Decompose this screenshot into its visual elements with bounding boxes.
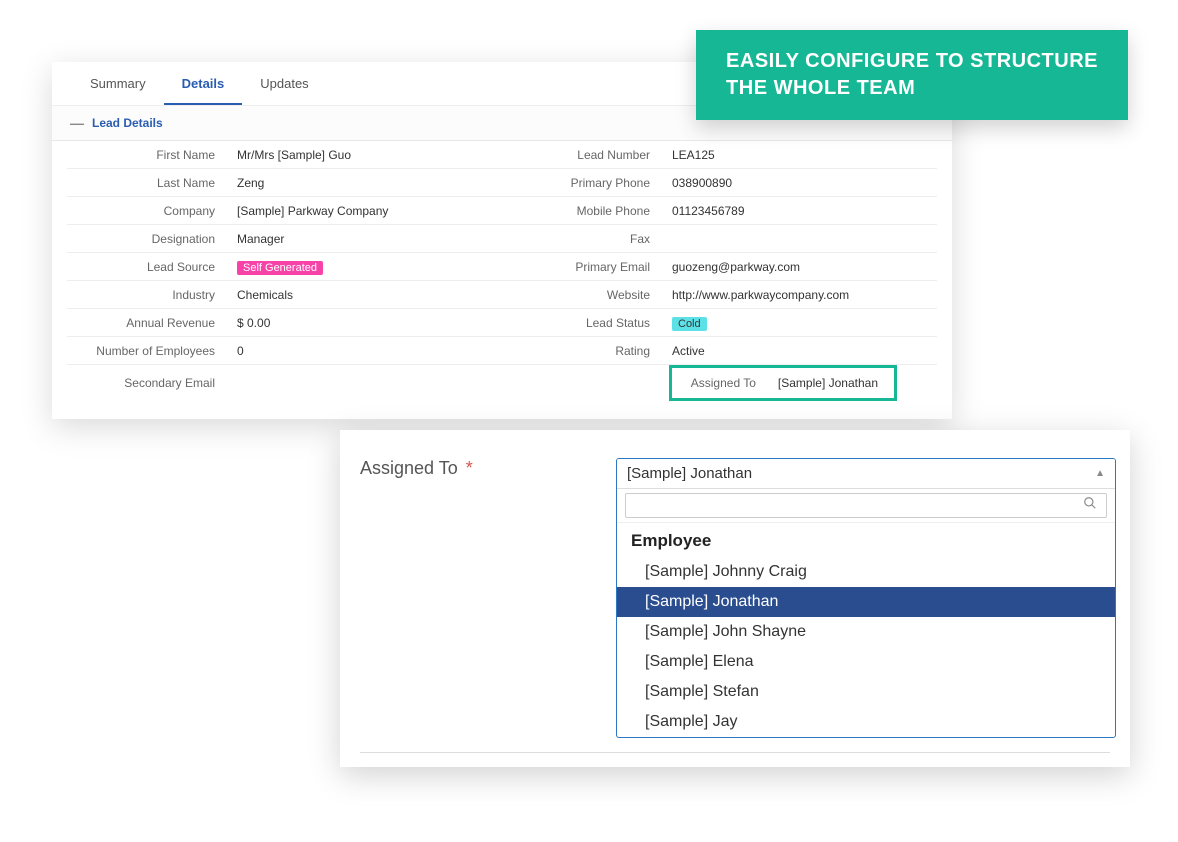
field-cell: Secondary Email bbox=[67, 365, 502, 401]
assigned-to-option[interactable]: [Sample] Stefan bbox=[617, 677, 1115, 707]
banner-line2: THE WHOLE TEAM bbox=[726, 75, 1098, 102]
assigned-to-row: Assigned To * [Sample] Jonathan ▲ Employ… bbox=[354, 458, 1116, 752]
field-label: Industry bbox=[67, 282, 227, 308]
field-cell: Fax bbox=[502, 225, 937, 252]
field-label: Rating bbox=[502, 338, 662, 364]
field-label: Designation bbox=[67, 226, 227, 252]
field-cell: IndustryChemicals bbox=[67, 281, 502, 308]
assigned-to-option[interactable]: [Sample] Elena bbox=[617, 647, 1115, 677]
required-indicator: * bbox=[466, 458, 473, 479]
field-value[interactable]: guozeng@parkway.com bbox=[662, 254, 937, 280]
field-label: Last Name bbox=[67, 170, 227, 196]
assigned-to-search-input[interactable] bbox=[625, 493, 1107, 518]
assigned-to-selected-display[interactable]: [Sample] Jonathan ▲ bbox=[617, 459, 1115, 489]
field-value[interactable]: 01123456789 bbox=[662, 198, 937, 224]
field-row: Annual Revenue$ 0.00Lead Status Cold bbox=[67, 309, 937, 337]
field-value[interactable]: Mr/Mrs [Sample] Guo bbox=[227, 142, 502, 168]
field-value[interactable]: Zeng bbox=[227, 170, 502, 196]
field-label: Website bbox=[502, 282, 662, 308]
field-label: Mobile Phone bbox=[502, 198, 662, 224]
field-cell: Annual Revenue$ 0.00 bbox=[67, 309, 502, 336]
field-value[interactable]: 038900890 bbox=[662, 170, 937, 196]
field-cell: DesignationManager bbox=[67, 225, 502, 252]
field-cell: Lead Status Cold bbox=[502, 309, 937, 336]
field-cell: Company[Sample] Parkway Company bbox=[67, 197, 502, 224]
field-label: Primary Email bbox=[502, 254, 662, 280]
lead-source-pill: Self Generated bbox=[237, 261, 323, 275]
field-value[interactable]: Manager bbox=[227, 226, 502, 252]
promo-banner: EASILY CONFIGURE TO STRUCTURE THE WHOLE … bbox=[696, 30, 1128, 120]
divider bbox=[360, 752, 1110, 753]
field-row: Lead Source Self Generated Primary Emailgu… bbox=[67, 253, 937, 281]
field-row: First NameMr/Mrs [Sample] GuoLead Number… bbox=[67, 141, 937, 169]
assigned-to-label: Assigned To bbox=[360, 458, 458, 479]
field-value[interactable]: LEA125 bbox=[662, 142, 937, 168]
field-label: Annual Revenue bbox=[67, 310, 227, 336]
lead-status-pill: Cold bbox=[672, 317, 707, 331]
field-value[interactable] bbox=[662, 233, 937, 245]
assigned-to-search-row bbox=[617, 489, 1115, 522]
field-cell: First NameMr/Mrs [Sample] Guo bbox=[67, 141, 502, 168]
assigned-to-option[interactable]: [Sample] Johnny Craig bbox=[617, 557, 1115, 587]
field-label: Assigned To bbox=[678, 370, 768, 396]
assigned-to-option[interactable]: [Sample] Jay bbox=[617, 707, 1115, 737]
field-cell: Websitehttp://www.parkwaycompany.com bbox=[502, 281, 937, 308]
fields-grid: First NameMr/Mrs [Sample] GuoLead Number… bbox=[52, 141, 952, 401]
field-label: Lead Status bbox=[502, 310, 662, 336]
field-cell: RatingActive bbox=[502, 337, 937, 364]
collapse-icon: — bbox=[70, 116, 84, 130]
field-row: IndustryChemicalsWebsitehttp://www.parkw… bbox=[67, 281, 937, 309]
field-value[interactable]: 0 bbox=[227, 338, 502, 364]
field-row: Company[Sample] Parkway CompanyMobile Ph… bbox=[67, 197, 937, 225]
field-value[interactable]: [Sample] Jonathan bbox=[768, 370, 888, 396]
assigned-to-option[interactable]: [Sample] Jonathan bbox=[617, 587, 1115, 617]
tab-summary[interactable]: Summary bbox=[72, 62, 164, 105]
field-value[interactable]: [Sample] Parkway Company bbox=[227, 198, 502, 224]
field-cell: Number of Employees0 bbox=[67, 337, 502, 364]
assigned-to-editor-card: Assigned To * [Sample] Jonathan ▲ Employ… bbox=[340, 430, 1130, 767]
field-value[interactable]: Chemicals bbox=[227, 282, 502, 308]
option-group-header: Employee bbox=[617, 523, 1115, 557]
assigned-to-highlight: Assigned To[Sample] Jonathan bbox=[669, 365, 897, 401]
field-value[interactable] bbox=[227, 377, 502, 389]
tab-details[interactable]: Details bbox=[164, 62, 243, 105]
field-cell: Mobile Phone01123456789 bbox=[502, 197, 937, 224]
assigned-to-select[interactable]: [Sample] Jonathan ▲ Employee [Sample] Jo… bbox=[616, 458, 1116, 738]
field-row: Number of Employees0RatingActive bbox=[67, 337, 937, 365]
field-label: Company bbox=[67, 198, 227, 224]
search-icon bbox=[1083, 496, 1097, 515]
field-cell: Lead NumberLEA125 bbox=[502, 141, 937, 168]
field-label: First Name bbox=[67, 142, 227, 168]
assigned-to-option[interactable]: [Sample] John Shayne bbox=[617, 617, 1115, 647]
section-title: Lead Details bbox=[92, 116, 163, 130]
field-value[interactable]: Active bbox=[662, 338, 937, 364]
field-row: Last NameZengPrimary Phone038900890 bbox=[67, 169, 937, 197]
assigned-to-options-list[interactable]: Employee [Sample] Johnny Craig[Sample] J… bbox=[617, 522, 1115, 737]
field-cell: Assigned To[Sample] Jonathan bbox=[502, 365, 937, 401]
field-cell: Primary Emailguozeng@parkway.com bbox=[502, 253, 937, 280]
field-cell: Lead Source Self Generated bbox=[67, 253, 502, 280]
field-cell: Last NameZeng bbox=[67, 169, 502, 196]
field-label: Fax bbox=[502, 226, 662, 252]
field-value[interactable]: http://www.parkwaycompany.com bbox=[662, 282, 937, 308]
chevron-up-icon: ▲ bbox=[1095, 468, 1105, 479]
tab-updates[interactable]: Updates bbox=[242, 62, 326, 105]
field-label: Primary Phone bbox=[502, 170, 662, 196]
banner-line1: EASILY CONFIGURE TO STRUCTURE bbox=[726, 48, 1098, 75]
field-cell: Primary Phone038900890 bbox=[502, 169, 937, 196]
field-row: Secondary Email Assigned To[Sample] Jonat… bbox=[67, 365, 937, 401]
field-value[interactable]: Cold bbox=[662, 310, 937, 336]
field-label: Number of Employees bbox=[67, 338, 227, 364]
field-label: Lead Source bbox=[67, 254, 227, 280]
field-row: DesignationManagerFax bbox=[67, 225, 937, 253]
field-value[interactable]: $ 0.00 bbox=[227, 310, 502, 336]
field-label: Lead Number bbox=[502, 142, 662, 168]
assigned-to-selected-value: [Sample] Jonathan bbox=[627, 465, 752, 482]
field-value[interactable]: Self Generated bbox=[227, 254, 502, 280]
field-label: Secondary Email bbox=[67, 370, 227, 396]
